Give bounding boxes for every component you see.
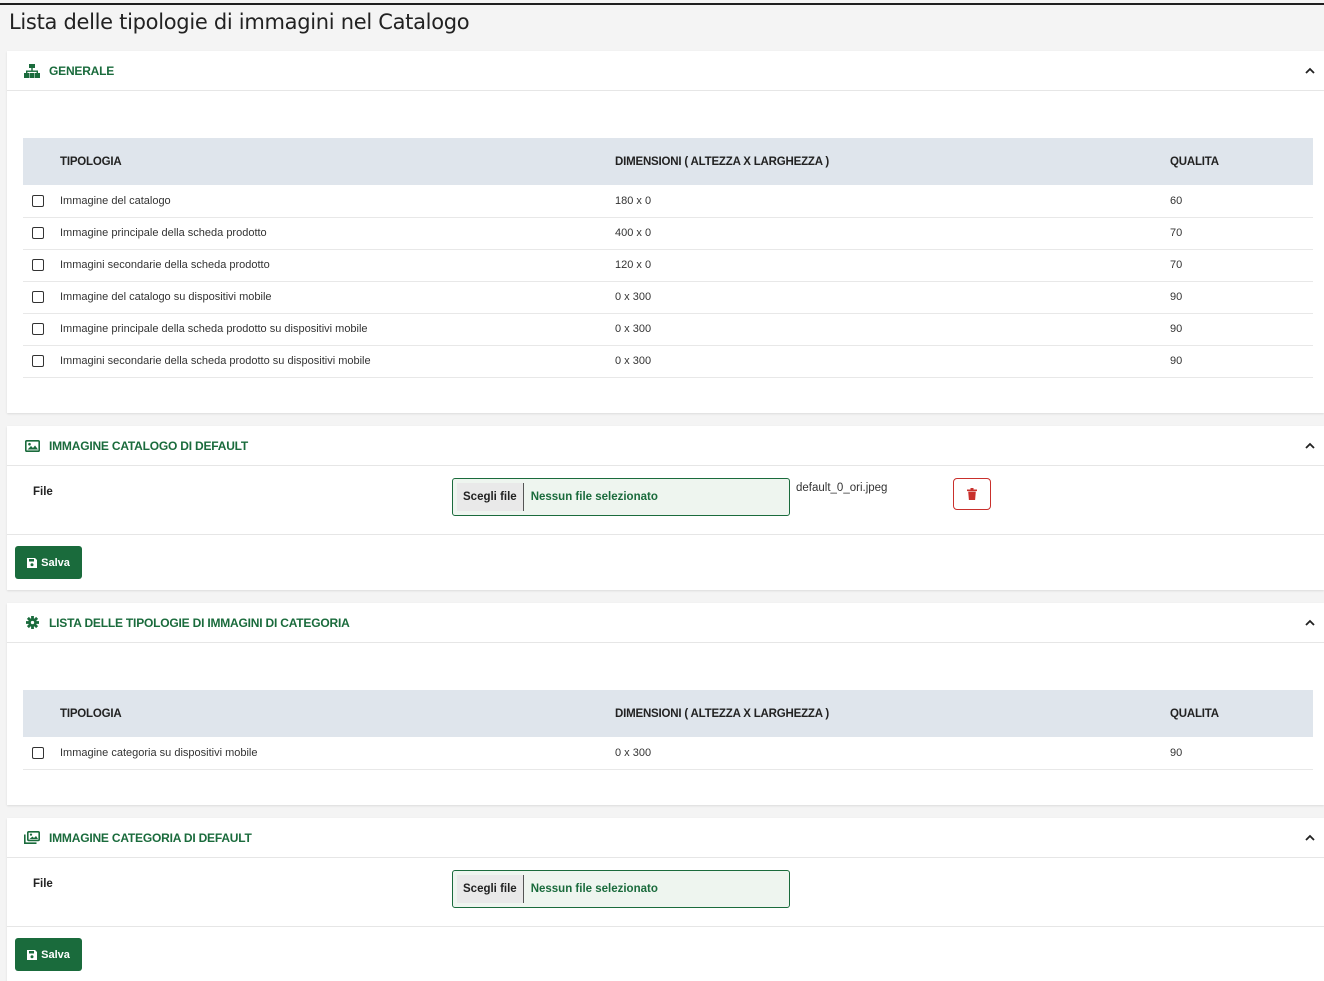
cell-qualita: 60 — [1170, 185, 1313, 218]
row-checkbox[interactable] — [32, 227, 44, 240]
row-checkbox[interactable] — [32, 355, 44, 368]
catalog-default-card: IMMAGINE CATALOGO DI DEFAULT File Scegli… — [7, 426, 1324, 590]
generale-header[interactable]: GENERALE — [7, 51, 1324, 91]
row-checkbox[interactable] — [32, 323, 44, 336]
row-checkbox[interactable] — [32, 746, 44, 759]
cell-tipologia: Immagini secondarie della scheda prodott… — [60, 345, 615, 378]
cell-qualita: 90 — [1170, 345, 1313, 378]
generale-table: TIPOLOGIA DIMENSIONI ( ALTEZZA X LARGHEZ… — [23, 138, 1313, 378]
cell-dimensioni: 0 x 300 — [615, 345, 1170, 378]
categoria-header[interactable]: LISTA DELLE TIPOLOGIE DI IMMAGINI DI CAT… — [7, 603, 1324, 643]
column-header-qualita: QUALITA — [1170, 707, 1219, 720]
no-file-text: Nessun file selezionato — [530, 491, 658, 503]
row-checkbox[interactable] — [32, 194, 44, 207]
delete-file-button[interactable] — [953, 478, 991, 510]
file-label: File — [33, 486, 53, 498]
cell-dimensioni: 0 x 300 — [615, 313, 1170, 346]
sitemap-icon — [24, 63, 40, 79]
table-row: Immagine del catalogo su dispositivi mob… — [23, 281, 1313, 314]
category-default-header[interactable]: IMMAGINE CATEGORIA DI DEFAULT — [7, 818, 1324, 858]
cell-qualita: 70 — [1170, 249, 1313, 282]
categoria-card: LISTA DELLE TIPOLOGIE DI IMMAGINI DI CAT… — [7, 603, 1324, 805]
cell-tipologia: Immagine principale della scheda prodott… — [60, 313, 615, 346]
table-row: Immagine del catalogo 180 x 0 60 — [23, 185, 1313, 218]
column-header-qualita: QUALITA — [1170, 155, 1219, 168]
cell-qualita: 70 — [1170, 217, 1313, 250]
chevron-up-icon[interactable] — [1304, 65, 1316, 77]
category-default-card: IMMAGINE CATEGORIA DI DEFAULT File Scegl… — [7, 818, 1324, 981]
images-icon — [24, 830, 40, 846]
file-input[interactable]: Scegli file Nessun file selezionato — [452, 870, 790, 908]
cell-tipologia: Immagine del catalogo — [60, 185, 615, 218]
cell-dimensioni: 180 x 0 — [615, 185, 1170, 218]
catalog-default-title: IMMAGINE CATALOGO DI DEFAULT — [49, 438, 249, 453]
generale-title: GENERALE — [49, 63, 115, 78]
table-row: Immagini secondarie della scheda prodott… — [23, 345, 1313, 378]
cell-qualita: 90 — [1170, 281, 1313, 314]
column-header-tipologia: TIPOLOGIA — [60, 707, 122, 720]
divider — [7, 534, 1324, 535]
trash-icon — [967, 488, 977, 500]
image-icon — [24, 438, 40, 454]
file-input[interactable]: Scegli file Nessun file selezionato — [452, 478, 790, 516]
header-check-cell — [23, 138, 60, 185]
chevron-up-icon[interactable] — [1304, 832, 1316, 844]
table-header-row: TIPOLOGIA DIMENSIONI ( ALTEZZA X LARGHEZ… — [23, 138, 1313, 185]
row-checkbox[interactable] — [32, 259, 44, 272]
chevron-up-icon[interactable] — [1304, 440, 1316, 452]
cell-tipologia: Immagine categoria su dispositivi mobile — [60, 737, 615, 770]
cell-tipologia: Immagine principale della scheda prodott… — [60, 217, 615, 250]
row-checkbox[interactable] — [32, 291, 44, 304]
catalog-default-header[interactable]: IMMAGINE CATALOGO DI DEFAULT — [7, 426, 1324, 466]
choose-file-button[interactable]: Scegli file — [457, 483, 524, 511]
cell-dimensioni: 400 x 0 — [615, 217, 1170, 250]
categoria-title: LISTA DELLE TIPOLOGIE DI IMMAGINI DI CAT… — [49, 615, 350, 630]
cell-tipologia: Immagine del catalogo su dispositivi mob… — [60, 281, 615, 314]
column-header-dimensioni: DIMENSIONI ( ALTEZZA X LARGHEZZA ) — [615, 707, 830, 720]
table-row: Immagini secondarie della scheda prodott… — [23, 249, 1313, 282]
generale-card: GENERALE TIPOLOGIA DIMENSIONI ( ALTEZZA … — [7, 51, 1324, 413]
table-row: Immagine principale della scheda prodott… — [23, 313, 1313, 346]
table-row: Immagine categoria su dispositivi mobile… — [23, 737, 1313, 770]
file-label: File — [33, 878, 53, 890]
choose-file-button[interactable]: Scegli file — [457, 875, 524, 903]
cell-dimensioni: 0 x 300 — [615, 281, 1170, 314]
gear-icon — [24, 615, 40, 631]
column-header-tipologia: TIPOLOGIA — [60, 155, 122, 168]
cell-tipologia: Immagini secondarie della scheda prodott… — [60, 249, 615, 282]
save-button-label: Salva — [41, 556, 70, 569]
save-button[interactable]: Salva — [15, 938, 82, 971]
top-border — [0, 3, 1324, 5]
page-title: Lista delle tipologie di immagini nel Ca… — [9, 10, 470, 34]
save-button-label: Salva — [41, 948, 70, 961]
table-row: Immagine principale della scheda prodott… — [23, 217, 1313, 250]
cell-dimensioni: 0 x 300 — [615, 737, 1170, 770]
categoria-table: TIPOLOGIA DIMENSIONI ( ALTEZZA X LARGHEZ… — [23, 690, 1313, 770]
current-file-name: default_0_ori.jpeg — [796, 482, 888, 494]
category-default-title: IMMAGINE CATEGORIA DI DEFAULT — [49, 830, 252, 845]
save-icon — [27, 949, 38, 960]
cell-dimensioni: 120 x 0 — [615, 249, 1170, 282]
column-header-dimensioni: DIMENSIONI ( ALTEZZA X LARGHEZZA ) — [615, 155, 830, 168]
cell-qualita: 90 — [1170, 737, 1313, 770]
cell-qualita: 90 — [1170, 313, 1313, 346]
save-icon — [27, 557, 38, 568]
no-file-text: Nessun file selezionato — [530, 883, 658, 895]
save-button[interactable]: Salva — [15, 546, 82, 579]
divider — [7, 926, 1324, 927]
chevron-up-icon[interactable] — [1304, 617, 1316, 629]
header-check-cell — [23, 690, 60, 737]
table-header-row: TIPOLOGIA DIMENSIONI ( ALTEZZA X LARGHEZ… — [23, 690, 1313, 737]
